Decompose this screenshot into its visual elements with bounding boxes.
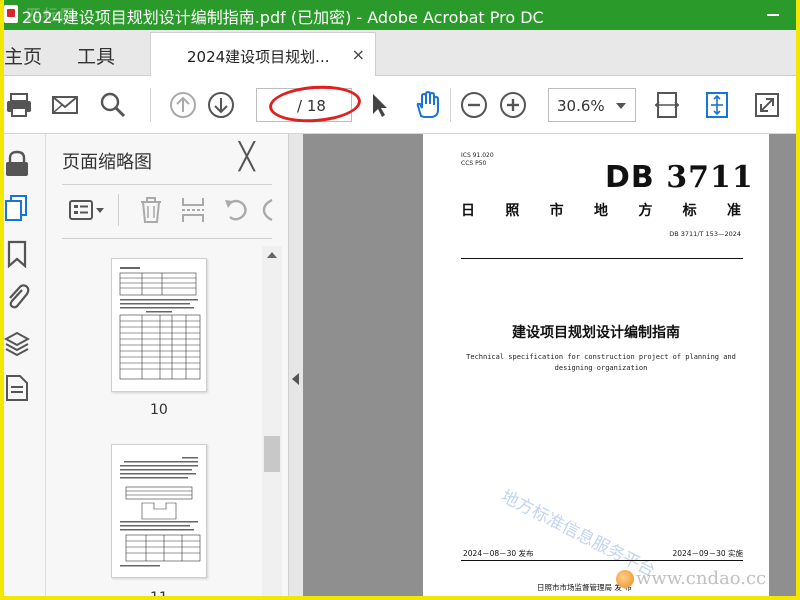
scroll-up-icon[interactable] bbox=[267, 252, 277, 258]
chevron-left-icon bbox=[292, 373, 299, 385]
heading-char: 方 bbox=[638, 203, 653, 219]
pdf-page: ICS 91.020 CCS P50 DB 3711 日 照 市 地 方 标 准… bbox=[423, 134, 769, 596]
zoom-out-icon[interactable] bbox=[459, 90, 489, 120]
search-icon[interactable] bbox=[98, 90, 128, 120]
scrollbar-thumb[interactable] bbox=[264, 436, 280, 472]
tab-document[interactable]: 2024建设项目规划... × bbox=[150, 32, 376, 76]
left-rail bbox=[4, 134, 46, 596]
window-title: 2024建设项目规划设计编制指南.pdf (已加密) - Adobe Acrob… bbox=[22, 8, 544, 27]
db-number: 3711 bbox=[666, 160, 754, 195]
page-thumbnail[interactable] bbox=[111, 258, 207, 392]
ics-code: ICS 91.020 bbox=[461, 152, 494, 159]
zoom-value: 30.6% bbox=[557, 97, 605, 115]
tab-bar: 主页 工具 2024建设项目规划... × bbox=[4, 30, 796, 76]
heading-char: 市 bbox=[549, 203, 564, 219]
db-standard-code: DB 3711 bbox=[605, 160, 754, 195]
pages-icon[interactable] bbox=[4, 194, 30, 222]
ccs-code: CCS P50 bbox=[461, 160, 487, 167]
document-icon[interactable] bbox=[4, 374, 30, 402]
heading-char: 地 bbox=[593, 203, 608, 219]
toolbar-separator bbox=[150, 88, 151, 122]
attachment-icon[interactable] bbox=[4, 282, 30, 310]
thumbnail-preview bbox=[119, 267, 201, 380]
thumbnails-scrollbar[interactable] bbox=[262, 246, 282, 596]
rotate-right-icon[interactable] bbox=[260, 196, 274, 224]
toolbar: / 18 30.6% bbox=[4, 76, 796, 134]
extract-pages-icon[interactable] bbox=[180, 196, 206, 224]
title-bar: 2024建设项目规划设计编制指南.pdf (已加密) - Adobe Acrob… bbox=[4, 0, 796, 30]
implementation-date: 2024－09－30 实施 bbox=[672, 549, 743, 558]
rule-line bbox=[461, 560, 743, 561]
issue-date: 2024－08－30 发布 bbox=[463, 549, 534, 558]
thumbnail-page-number: 11 bbox=[150, 590, 168, 596]
heading-char: 准 bbox=[726, 203, 741, 219]
heading-char: 照 bbox=[505, 203, 520, 219]
thumbnails-title: 页面缩略图 bbox=[62, 152, 152, 173]
title-watermark: 匹标网 bbox=[26, 6, 78, 24]
acrobat-window: 2024建设项目规划设计编制指南.pdf (已加密) - Adobe Acrob… bbox=[4, 0, 796, 596]
document-viewer: ICS 91.020 CCS P50 DB 3711 日 照 市 地 方 标 准… bbox=[303, 134, 796, 596]
layers-icon[interactable] bbox=[4, 330, 30, 358]
standard-number: DB 3711/T 153—2024 bbox=[669, 230, 741, 238]
chevron-down-icon bbox=[616, 103, 626, 109]
print-icon[interactable] bbox=[4, 90, 34, 120]
site-watermark: www.cndao.cc bbox=[636, 568, 767, 589]
acrobat-app-icon bbox=[4, 5, 18, 23]
zoom-in-icon[interactable] bbox=[498, 90, 528, 120]
rule-line bbox=[461, 258, 743, 259]
thumbnail-tools bbox=[62, 192, 282, 228]
divider bbox=[62, 184, 272, 185]
email-icon[interactable] bbox=[50, 90, 80, 120]
divider bbox=[62, 238, 272, 239]
tab-document-label: 2024建设项目规划... bbox=[187, 48, 330, 66]
tab-tools[interactable]: 工具 bbox=[77, 42, 115, 69]
zoom-dropdown[interactable]: 30.6% bbox=[548, 88, 636, 122]
prev-page-icon[interactable] bbox=[168, 90, 198, 120]
db-mark: DB bbox=[605, 160, 655, 195]
minimize-button[interactable] bbox=[750, 0, 796, 30]
tab-close-icon[interactable]: × bbox=[352, 45, 365, 64]
thumbnails-panel: 页面缩略图 ╳ 10 bbox=[46, 134, 289, 596]
lock-icon[interactable] bbox=[4, 150, 30, 178]
hand-icon[interactable] bbox=[412, 90, 442, 120]
fit-page-icon[interactable] bbox=[702, 90, 732, 120]
heading-char: 标 bbox=[682, 203, 697, 219]
fullscreen-icon[interactable] bbox=[752, 90, 782, 120]
page-thumbnail[interactable] bbox=[111, 444, 207, 578]
document-title: 建设项目规划设计编制指南 bbox=[512, 325, 680, 341]
close-icon[interactable]: ╳ bbox=[239, 144, 255, 170]
tab-home[interactable]: 主页 bbox=[4, 42, 42, 69]
site-logo-icon bbox=[616, 570, 634, 588]
local-standard-heading: 日 照 市 地 方 标 准 bbox=[461, 200, 741, 220]
tools-separator bbox=[118, 194, 119, 226]
fit-width-icon[interactable] bbox=[652, 90, 682, 120]
thumbnail-page-number: 10 bbox=[150, 402, 168, 418]
select-arrow-icon[interactable] bbox=[364, 90, 394, 120]
thumbnail-preview bbox=[120, 457, 201, 567]
rotate-left-icon[interactable] bbox=[222, 196, 250, 224]
next-page-icon[interactable] bbox=[206, 90, 236, 120]
platform-watermark: 地方标准信息服务平台 bbox=[497, 486, 659, 582]
document-subtitle: Technical specification for construction… bbox=[466, 353, 736, 372]
panel-collapse-handle[interactable] bbox=[289, 134, 303, 596]
delete-icon[interactable] bbox=[138, 196, 164, 224]
heading-char: 日 bbox=[461, 203, 475, 219]
bookmark-icon[interactable] bbox=[4, 240, 30, 268]
options-menu-icon[interactable] bbox=[68, 198, 108, 222]
toolbar-separator bbox=[450, 88, 451, 122]
